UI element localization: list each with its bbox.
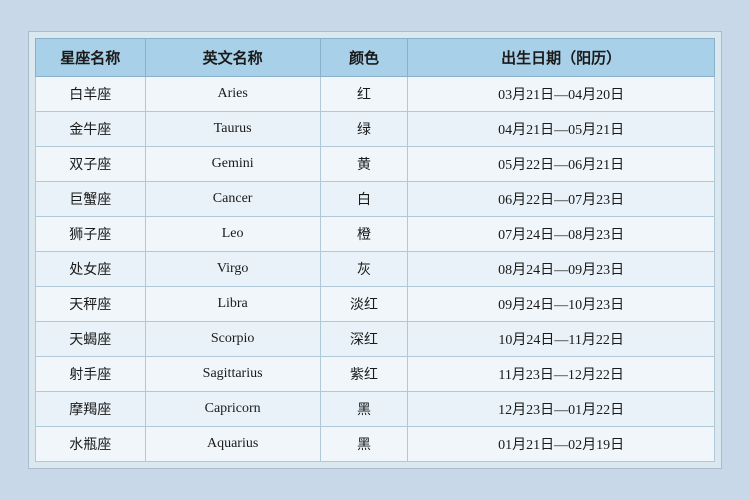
- cell-english: Aries: [145, 77, 320, 112]
- cell-date: 10月24日—11月22日: [408, 322, 715, 357]
- cell-chinese: 处女座: [36, 252, 146, 287]
- cell-english: Libra: [145, 287, 320, 322]
- cell-color: 淡红: [320, 287, 408, 322]
- header-color: 颜色: [320, 39, 408, 77]
- cell-chinese: 双子座: [36, 147, 146, 182]
- cell-english: Leo: [145, 217, 320, 252]
- cell-chinese: 水瓶座: [36, 427, 146, 462]
- cell-chinese: 巨蟹座: [36, 182, 146, 217]
- cell-date: 11月23日—12月22日: [408, 357, 715, 392]
- cell-date: 08月24日—09月23日: [408, 252, 715, 287]
- cell-color: 橙: [320, 217, 408, 252]
- header-date: 出生日期（阳历）: [408, 39, 715, 77]
- zodiac-table-container: 星座名称 英文名称 颜色 出生日期（阳历） 白羊座Aries红03月21日—04…: [28, 31, 722, 469]
- table-row: 双子座Gemini黄05月22日—06月21日: [36, 147, 715, 182]
- cell-english: Scorpio: [145, 322, 320, 357]
- header-chinese: 星座名称: [36, 39, 146, 77]
- header-english: 英文名称: [145, 39, 320, 77]
- cell-color: 灰: [320, 252, 408, 287]
- table-row: 金牛座Taurus绿04月21日—05月21日: [36, 112, 715, 147]
- cell-chinese: 白羊座: [36, 77, 146, 112]
- zodiac-table: 星座名称 英文名称 颜色 出生日期（阳历） 白羊座Aries红03月21日—04…: [35, 38, 715, 462]
- cell-english: Capricorn: [145, 392, 320, 427]
- cell-date: 07月24日—08月23日: [408, 217, 715, 252]
- table-header-row: 星座名称 英文名称 颜色 出生日期（阳历）: [36, 39, 715, 77]
- cell-date: 12月23日—01月22日: [408, 392, 715, 427]
- cell-date: 01月21日—02月19日: [408, 427, 715, 462]
- table-row: 天蝎座Scorpio深红10月24日—11月22日: [36, 322, 715, 357]
- cell-english: Cancer: [145, 182, 320, 217]
- cell-date: 09月24日—10月23日: [408, 287, 715, 322]
- table-row: 射手座Sagittarius紫红11月23日—12月22日: [36, 357, 715, 392]
- cell-english: Sagittarius: [145, 357, 320, 392]
- cell-english: Virgo: [145, 252, 320, 287]
- cell-chinese: 天蝎座: [36, 322, 146, 357]
- cell-date: 03月21日—04月20日: [408, 77, 715, 112]
- cell-chinese: 射手座: [36, 357, 146, 392]
- cell-color: 黑: [320, 392, 408, 427]
- cell-english: Gemini: [145, 147, 320, 182]
- cell-color: 黑: [320, 427, 408, 462]
- table-row: 白羊座Aries红03月21日—04月20日: [36, 77, 715, 112]
- cell-color: 紫红: [320, 357, 408, 392]
- table-row: 水瓶座Aquarius黑01月21日—02月19日: [36, 427, 715, 462]
- cell-chinese: 天秤座: [36, 287, 146, 322]
- cell-english: Taurus: [145, 112, 320, 147]
- table-row: 摩羯座Capricorn黑12月23日—01月22日: [36, 392, 715, 427]
- table-row: 天秤座Libra淡红09月24日—10月23日: [36, 287, 715, 322]
- cell-color: 深红: [320, 322, 408, 357]
- cell-color: 红: [320, 77, 408, 112]
- cell-color: 黄: [320, 147, 408, 182]
- table-row: 处女座Virgo灰08月24日—09月23日: [36, 252, 715, 287]
- table-row: 狮子座Leo橙07月24日—08月23日: [36, 217, 715, 252]
- cell-english: Aquarius: [145, 427, 320, 462]
- cell-chinese: 金牛座: [36, 112, 146, 147]
- table-row: 巨蟹座Cancer白06月22日—07月23日: [36, 182, 715, 217]
- cell-chinese: 摩羯座: [36, 392, 146, 427]
- cell-color: 绿: [320, 112, 408, 147]
- cell-color: 白: [320, 182, 408, 217]
- cell-date: 05月22日—06月21日: [408, 147, 715, 182]
- cell-date: 04月21日—05月21日: [408, 112, 715, 147]
- cell-date: 06月22日—07月23日: [408, 182, 715, 217]
- cell-chinese: 狮子座: [36, 217, 146, 252]
